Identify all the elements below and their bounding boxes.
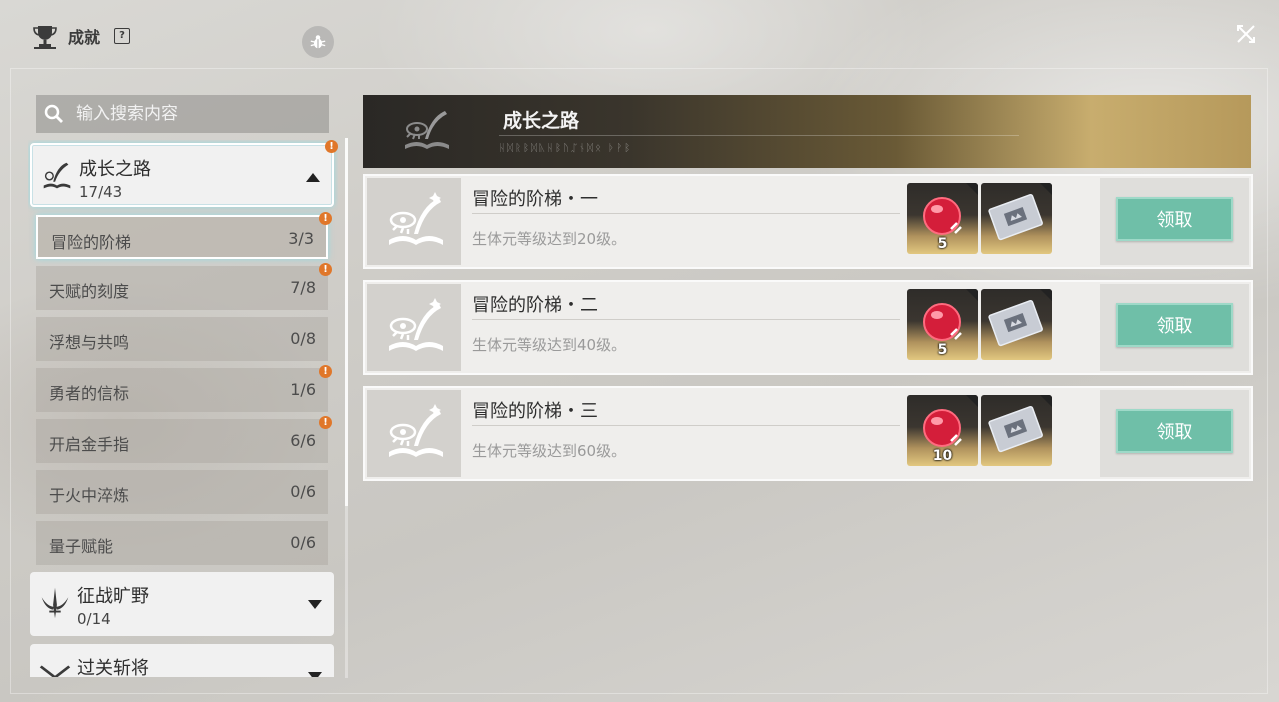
subcategory-item[interactable]: 开启金手指 6/6 <box>36 419 328 463</box>
achievement-title: 冒险的阶梯・一 <box>472 189 598 210</box>
subcategory-item[interactable]: 勇者的信标 1/6 <box>36 368 328 412</box>
subcategory-progress: 0/6 <box>290 533 316 552</box>
subcategory-progress: 7/8 <box>290 278 316 297</box>
category-banner: 成长之路 ᚺᛞᚱᛒᛞᚣᚺᛒᚢᛢᚾᛞᛟ ᚦᚹᛒ <box>363 95 1251 168</box>
quill-book-icon <box>389 192 443 245</box>
banner-divider <box>499 135 1019 136</box>
achievement-title: 冒险的阶梯・二 <box>472 295 598 316</box>
subcategory-name: 浮想与共鸣 <box>49 333 130 352</box>
alert-badge-icon: ! <box>319 212 332 225</box>
reward-quantity: 5 <box>937 342 948 358</box>
subcategory-progress: 1/6 <box>290 380 316 399</box>
achievement-icon-frame <box>367 284 461 371</box>
subcategory-name: 勇者的信标 <box>49 384 130 403</box>
category-wilderness[interactable]: 征战旷野 0/14 <box>30 572 334 636</box>
alert-badge-icon: ! <box>325 140 338 153</box>
alert-badge-icon: ! <box>319 365 332 378</box>
category-name: 过关斩将 <box>77 658 149 677</box>
subcategory-item[interactable]: 于火中淬炼 0/6 <box>36 470 328 514</box>
crossed-blades-icon <box>39 665 71 677</box>
subcategory-name: 开启金手指 <box>49 435 130 454</box>
subcategory-progress: 3/3 <box>288 229 314 248</box>
sword-emblem-icon <box>41 587 69 619</box>
alert-badge-icon: ! <box>319 263 332 276</box>
category-growth-road[interactable]: 成长之路 17/43 <box>30 143 334 207</box>
chevron-down-icon[interactable] <box>308 672 322 677</box>
achievement-description: 生体元等级达到20级。 <box>472 230 627 248</box>
claim-button[interactable]: 领取 <box>1116 197 1233 241</box>
subcategory-item[interactable]: 量子赋能 0/6 <box>36 521 328 565</box>
bug-report-button[interactable] <box>302 26 334 58</box>
category-progress: 17/43 <box>79 183 123 201</box>
achievement-icon-frame <box>367 178 461 265</box>
subcategory-name: 量子赋能 <box>49 537 114 556</box>
achievement-divider <box>472 425 900 426</box>
subcategory-item[interactable]: 浮想与共鸣 0/8 <box>36 317 328 361</box>
reward-item-ticket[interactable] <box>981 395 1052 466</box>
subcategory-item[interactable]: 冒险的阶梯 3/3 <box>36 215 328 259</box>
reward-item-red-orb[interactable]: 5 <box>907 289 978 360</box>
category-name: 成长之路 <box>79 159 151 180</box>
category-list[interactable]: 成长之路 17/43 ! 冒险的阶梯 3/3 ! 天赋的刻度 7/8 ! 浮想与… <box>28 140 338 677</box>
claim-area: 领取 <box>1100 178 1249 265</box>
subcategory-name: 冒险的阶梯 <box>51 233 132 252</box>
achievement-description: 生体元等级达到60级。 <box>472 442 627 460</box>
claim-button[interactable]: 领取 <box>1116 303 1233 347</box>
reward-item-ticket[interactable] <box>981 183 1052 254</box>
reward-item-red-orb[interactable]: 5 <box>907 183 978 254</box>
claim-button[interactable]: 领取 <box>1116 409 1233 453</box>
achievement-row: 冒险的阶梯・三 生体元等级达到60级。 10 领取 <box>363 386 1253 481</box>
achievement-description: 生体元等级达到40级。 <box>472 336 627 354</box>
chevron-down-icon[interactable] <box>308 600 322 609</box>
trophy-icon <box>30 21 60 51</box>
subcategory-progress: 0/6 <box>290 482 316 501</box>
quill-book-emblem-icon <box>405 111 449 149</box>
category-name: 征战旷野 <box>77 586 149 607</box>
reward-quantity: 5 <box>937 236 948 252</box>
scrollbar-thumb[interactable] <box>345 138 348 506</box>
category-progress: 0/14 <box>77 610 111 628</box>
achievement-icon-frame <box>367 390 461 477</box>
search-box[interactable] <box>36 95 329 133</box>
search-input[interactable] <box>74 103 318 125</box>
subcategory-name: 天赋的刻度 <box>49 282 130 301</box>
close-icon[interactable] <box>1234 22 1258 46</box>
chevron-up-icon[interactable] <box>306 173 320 182</box>
claim-area: 领取 <box>1100 390 1249 477</box>
alert-badge-icon: ! <box>319 416 332 429</box>
quill-book-icon <box>389 404 443 457</box>
page-title: 成就 <box>68 28 101 47</box>
reward-item-ticket[interactable] <box>981 289 1052 360</box>
subcategory-progress: 6/6 <box>290 431 316 450</box>
banner-title: 成长之路 <box>503 110 580 132</box>
reward-quantity: 10 <box>932 448 953 464</box>
reward-item-red-orb[interactable]: 10 <box>907 395 978 466</box>
achievement-row: 冒险的阶梯・二 生体元等级达到40级。 5 领取 <box>363 280 1253 375</box>
subcategory-item[interactable]: 天赋的刻度 7/8 <box>36 266 328 310</box>
achievement-title: 冒险的阶梯・三 <box>472 401 598 422</box>
banner-subtitle: ᚺᛞᚱᛒᛞᚣᚺᛒᚢᛢᚾᛞᛟ ᚦᚹᛒ <box>499 143 633 154</box>
achievement-divider <box>472 213 900 214</box>
achievement-divider <box>472 319 900 320</box>
header: 成就 ? <box>30 20 131 52</box>
subcategory-name: 于火中淬炼 <box>49 486 130 505</box>
category-stages[interactable]: 过关斩将 <box>30 644 334 677</box>
achievement-row: 冒险的阶梯・一 生体元等级达到20级。 5 领取 <box>363 174 1253 269</box>
bug-icon <box>310 35 326 49</box>
quill-book-icon <box>389 298 443 351</box>
subcategory-progress: 0/8 <box>290 329 316 348</box>
help-icon[interactable]: ? <box>114 28 131 44</box>
claim-area: 领取 <box>1100 284 1249 371</box>
search-icon <box>44 104 63 123</box>
quill-book-icon <box>43 162 71 189</box>
